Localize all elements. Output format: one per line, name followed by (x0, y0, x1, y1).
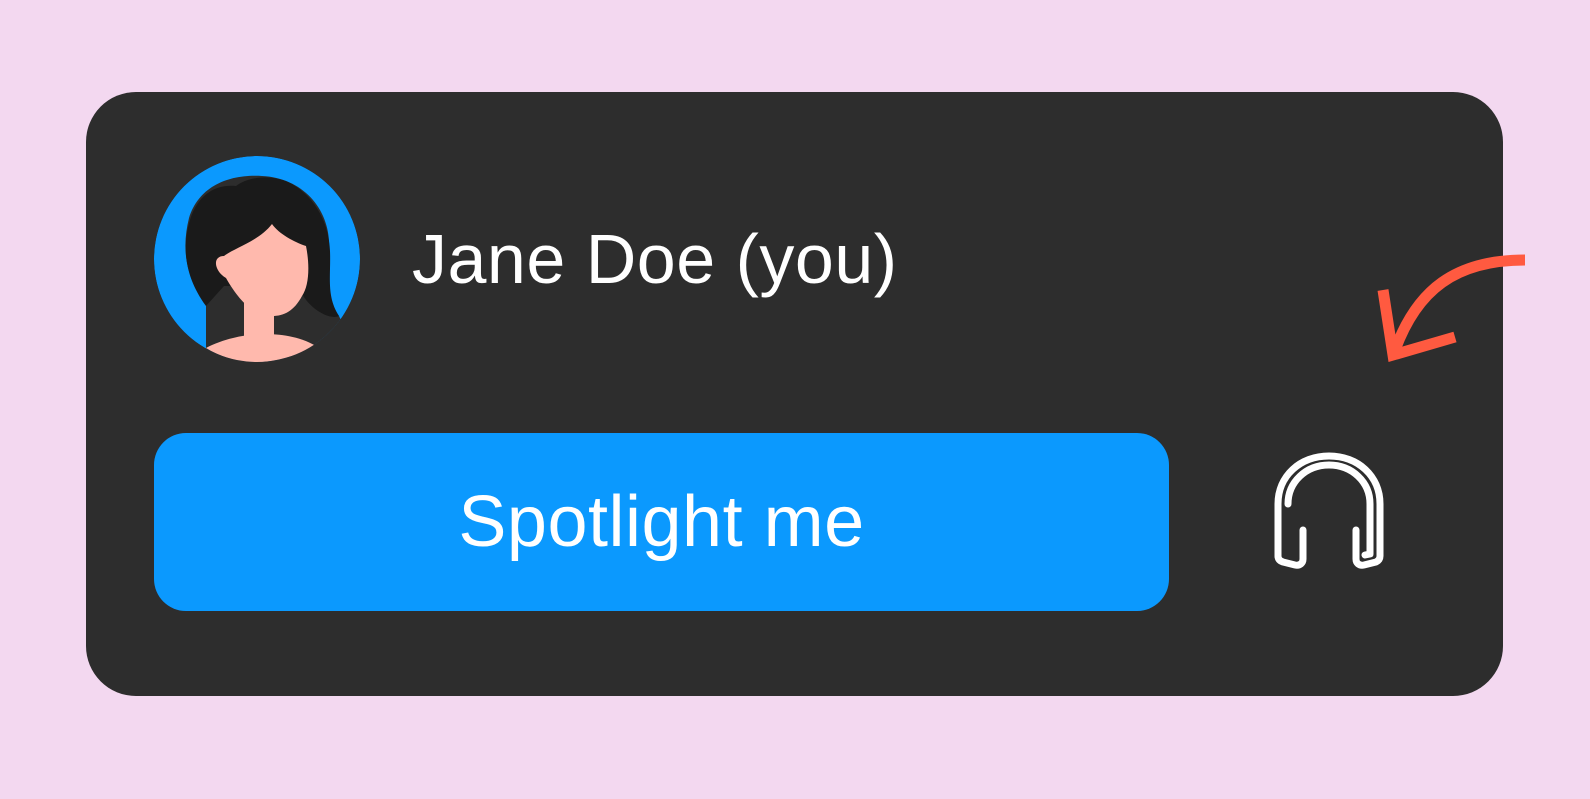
participant-card: Jane Doe (you) Spotlight me (86, 92, 1503, 696)
curved-arrow-icon (1377, 250, 1555, 375)
stage: Jane Doe (you) Spotlight me (0, 0, 1590, 799)
spotlight-me-label: Spotlight me (458, 482, 865, 562)
headphones-icon[interactable] (1266, 446, 1416, 596)
participant-name: Jane Doe (you) (412, 220, 898, 298)
user-avatar-icon (154, 156, 360, 362)
spotlight-me-button[interactable]: Spotlight me (154, 433, 1169, 611)
